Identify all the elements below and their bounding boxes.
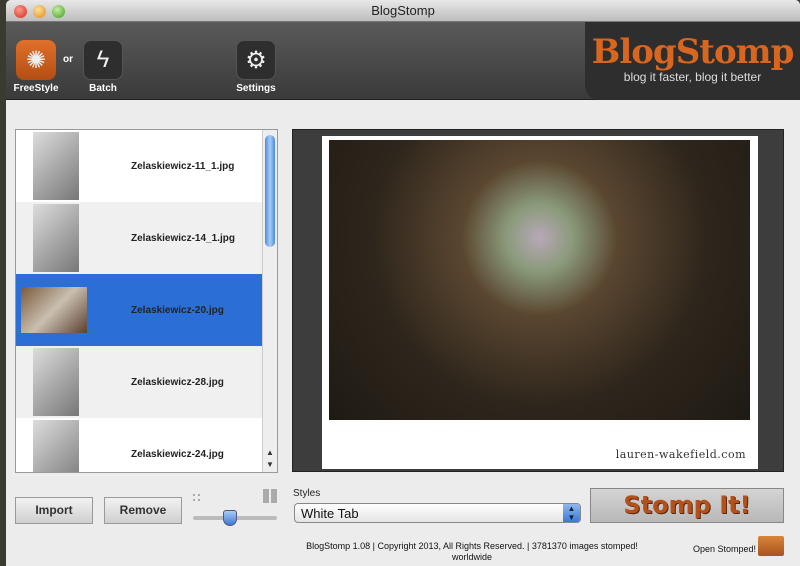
gear-icon: ⚙ [236, 40, 276, 80]
remove-button[interactable]: Remove [104, 497, 182, 524]
file-name: Zelaskiewicz-11_1.jpg [131, 160, 235, 172]
batch-button[interactable]: ϟ Batch [82, 40, 124, 94]
slider-knob[interactable] [223, 510, 237, 526]
open-stomped-label[interactable]: Open Stomped! [693, 544, 756, 554]
lightning-icon: ϟ [83, 40, 123, 80]
freestyle-button[interactable]: ✺ FreeStyle [13, 40, 59, 94]
close-button[interactable] [14, 5, 27, 18]
minimize-button[interactable] [33, 5, 46, 18]
zoom-button[interactable] [52, 5, 65, 18]
title-bar: BlogStomp [6, 0, 800, 22]
large-grid-icon [263, 489, 277, 503]
app-window: BlogStomp ✺ FreeStyle or ϟ Batch ⚙ Setti… [6, 0, 800, 566]
scroll-down-arrow[interactable]: ▼ [263, 460, 277, 469]
file-name: Zelaskiewicz-28.jpg [131, 376, 224, 388]
file-row[interactable]: Zelaskiewicz-24.jpg [16, 418, 277, 472]
thumbnail [33, 348, 79, 416]
file-list[interactable]: Zelaskiewicz-11_1.jpg Zelaskiewicz-14_1.j… [15, 129, 278, 473]
scrollbar[interactable]: ▲ ▼ [262, 130, 277, 472]
splat-icon: ✺ [16, 40, 56, 80]
or-label: or [63, 54, 73, 65]
window-title: BlogStomp [371, 3, 435, 18]
thumbnail [33, 420, 79, 472]
file-row[interactable]: Zelaskiewicz-14_1.jpg [16, 202, 277, 274]
import-button[interactable]: Import [15, 497, 93, 524]
file-name: Zelaskiewicz-24.jpg [131, 448, 224, 460]
styles-select[interactable]: White Tab ▲ ▼ [294, 503, 581, 523]
folder-icon[interactable] [758, 536, 784, 556]
preview-panel: lauren-wakefield.com [292, 129, 784, 472]
thumbnail [21, 287, 87, 333]
file-name: Zelaskiewicz-20.jpg [131, 304, 224, 316]
file-row[interactable]: Zelaskiewicz-28.jpg [16, 346, 277, 418]
footer-status: BlogStomp 1.08 | Copyright 2013, All Rig… [306, 541, 638, 562]
thumbnail-size-slider[interactable] [193, 489, 277, 529]
photo [329, 140, 750, 420]
file-row[interactable]: Zelaskiewicz-11_1.jpg [16, 130, 277, 202]
file-name: Zelaskiewicz-14_1.jpg [131, 232, 235, 244]
small-grid-icon [193, 494, 200, 501]
preview-image: lauren-wakefield.com [322, 136, 758, 469]
file-row[interactable]: Zelaskiewicz-20.jpg [16, 274, 277, 346]
scroll-up-arrow[interactable]: ▲ [263, 448, 277, 457]
select-arrows-icon: ▲ ▼ [563, 504, 580, 522]
scrollbar-thumb[interactable] [265, 135, 275, 247]
thumbnail [33, 132, 79, 200]
styles-label: Styles [293, 488, 321, 499]
settings-button[interactable]: ⚙ Settings [235, 40, 277, 94]
stomp-it-button[interactable]: Stomp It! [590, 488, 784, 523]
watermark-credit: lauren-wakefield.com [615, 448, 746, 461]
toolbar: ✺ FreeStyle or ϟ Batch ⚙ Settings BlogSt… [6, 22, 800, 100]
blogstomp-logo: BlogStomp blog it faster, blog it better [585, 22, 800, 100]
thumbnail [33, 204, 79, 272]
